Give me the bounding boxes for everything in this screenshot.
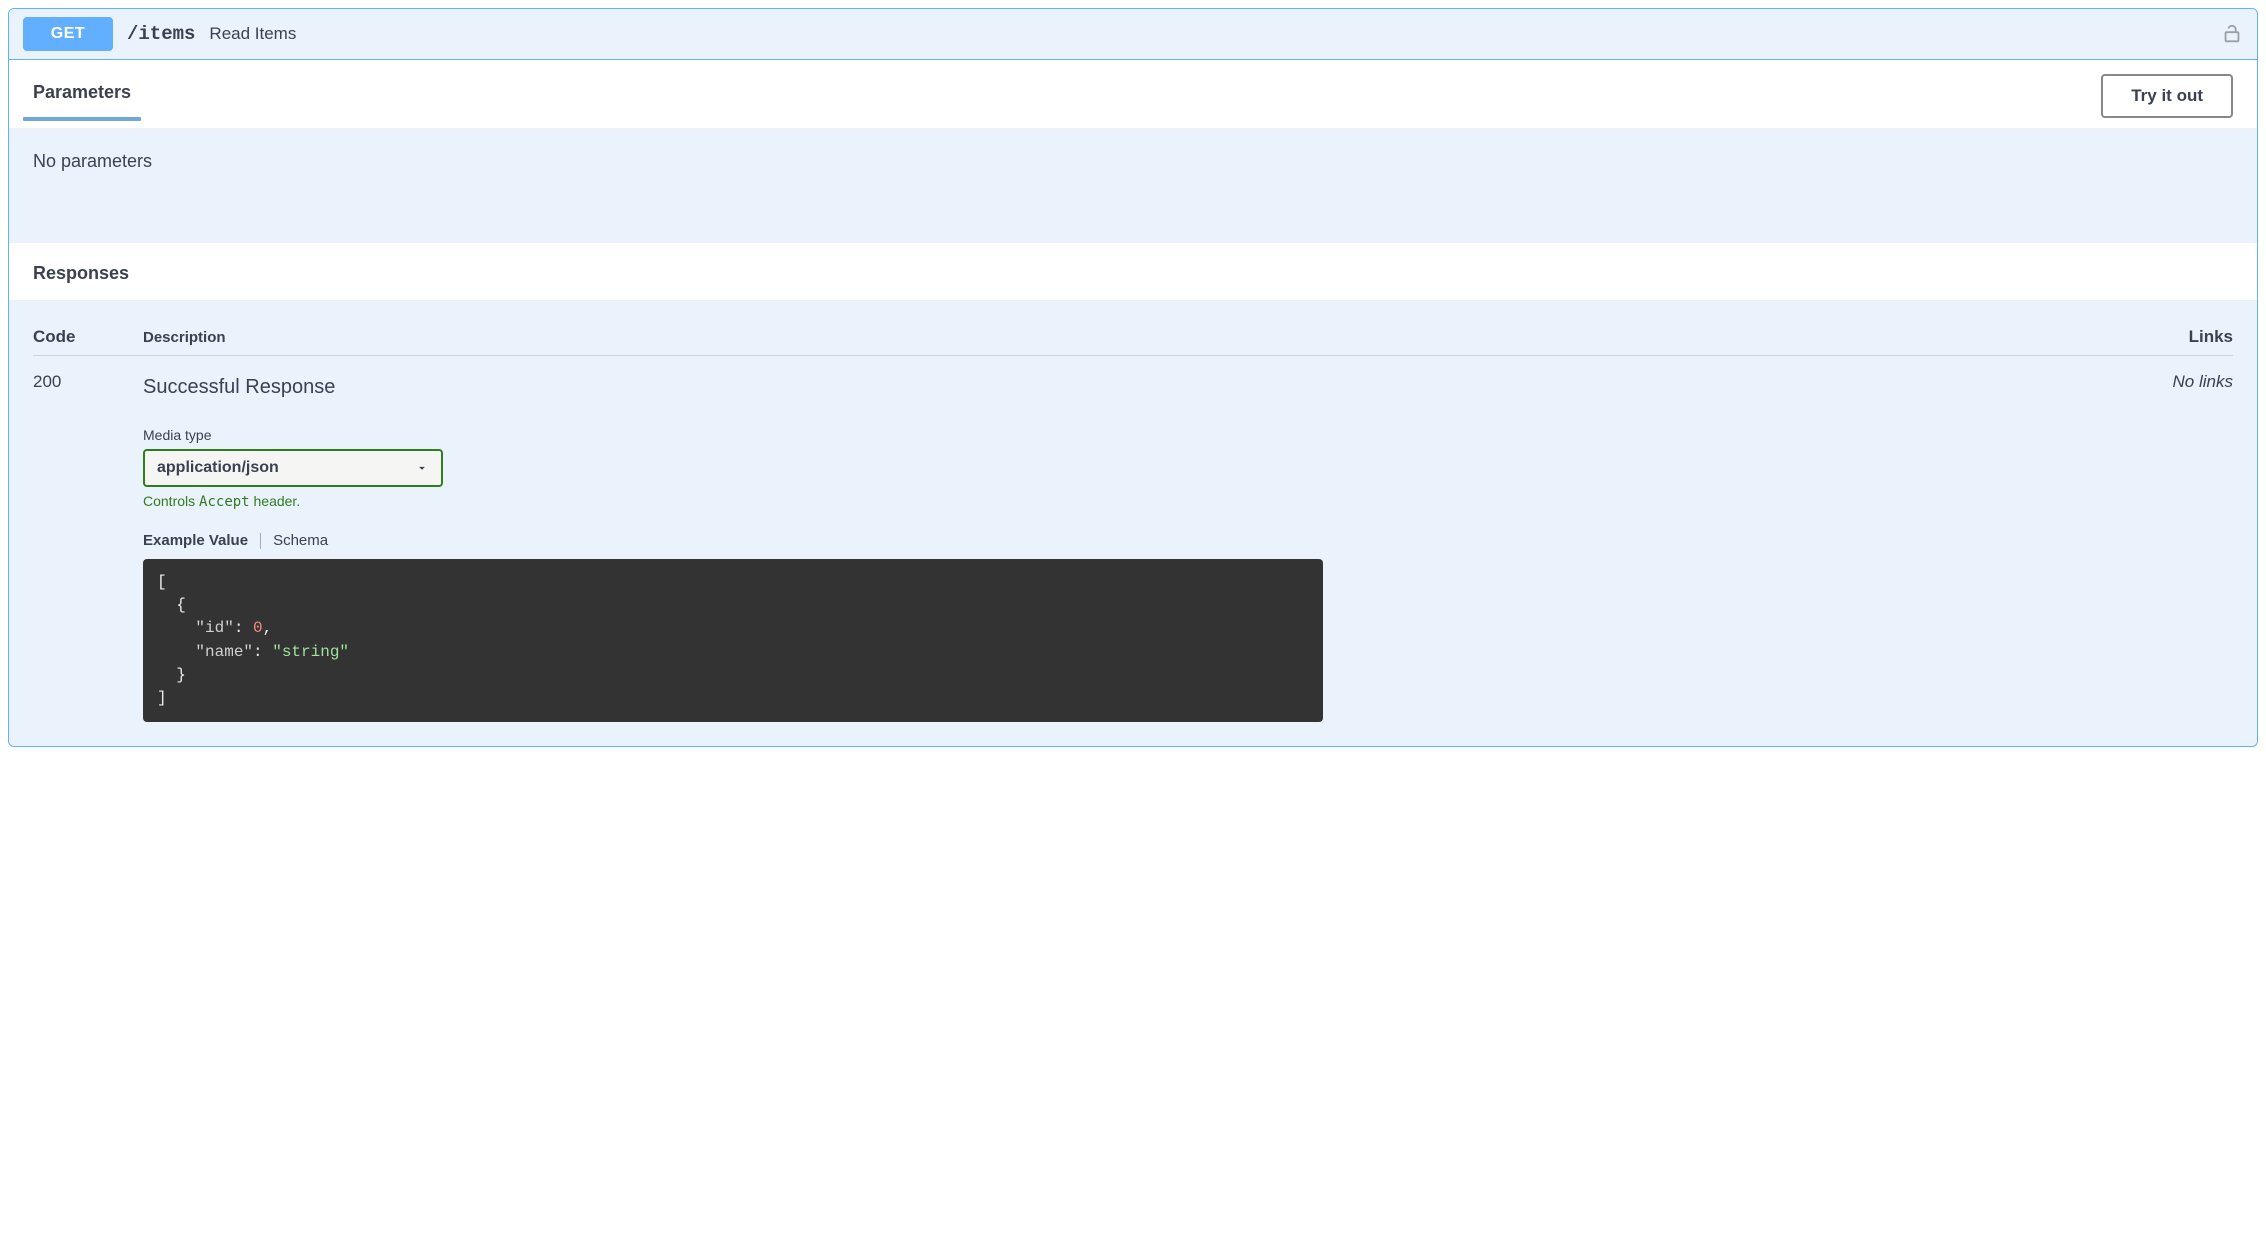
operation-path: /items bbox=[127, 23, 195, 45]
media-type-value: application/json bbox=[157, 459, 279, 477]
tab-schema[interactable]: Schema bbox=[273, 532, 328, 549]
example-schema-tabs: Example Value Schema bbox=[143, 532, 2143, 549]
try-it-out-button[interactable]: Try it out bbox=[2101, 74, 2233, 118]
th-code: Code bbox=[33, 327, 143, 347]
response-links: No links bbox=[2143, 372, 2233, 722]
responses-table: Code Description Links 200 Successful Re… bbox=[9, 301, 2257, 746]
method-badge: GET bbox=[23, 17, 113, 51]
parameters-header: Parameters Try it out bbox=[9, 60, 2257, 129]
response-description-cell: Successful Response Media type applicati… bbox=[143, 372, 2143, 722]
tab-example-value[interactable]: Example Value bbox=[143, 532, 248, 549]
responses-header: Responses bbox=[9, 242, 2257, 301]
responses-table-head: Code Description Links bbox=[33, 307, 2233, 356]
example-value-code: [ { "id": 0, "name": "string" } ] bbox=[143, 559, 1323, 722]
th-links: Links bbox=[2143, 327, 2233, 347]
no-parameters-message: No parameters bbox=[9, 129, 2257, 242]
th-description: Description bbox=[143, 329, 2143, 346]
accept-header-hint: Controls Accept header. bbox=[143, 493, 2143, 510]
tab-separator bbox=[260, 533, 261, 549]
media-type-label: Media type bbox=[143, 427, 2143, 443]
operation-summary[interactable]: GET /items Read Items bbox=[9, 9, 2257, 60]
operation-block: GET /items Read Items Parameters Try it … bbox=[8, 8, 2258, 747]
responses-title: Responses bbox=[33, 263, 2233, 284]
parameters-title: Parameters bbox=[33, 82, 131, 111]
response-description: Successful Response bbox=[143, 376, 2143, 399]
chevron-down-icon bbox=[415, 461, 429, 475]
unlock-icon[interactable] bbox=[2221, 23, 2243, 45]
response-row: 200 Successful Response Media type appli… bbox=[33, 356, 2233, 722]
operation-summary-text: Read Items bbox=[209, 24, 296, 44]
media-type-select[interactable]: application/json bbox=[143, 449, 443, 487]
response-code: 200 bbox=[33, 372, 143, 722]
